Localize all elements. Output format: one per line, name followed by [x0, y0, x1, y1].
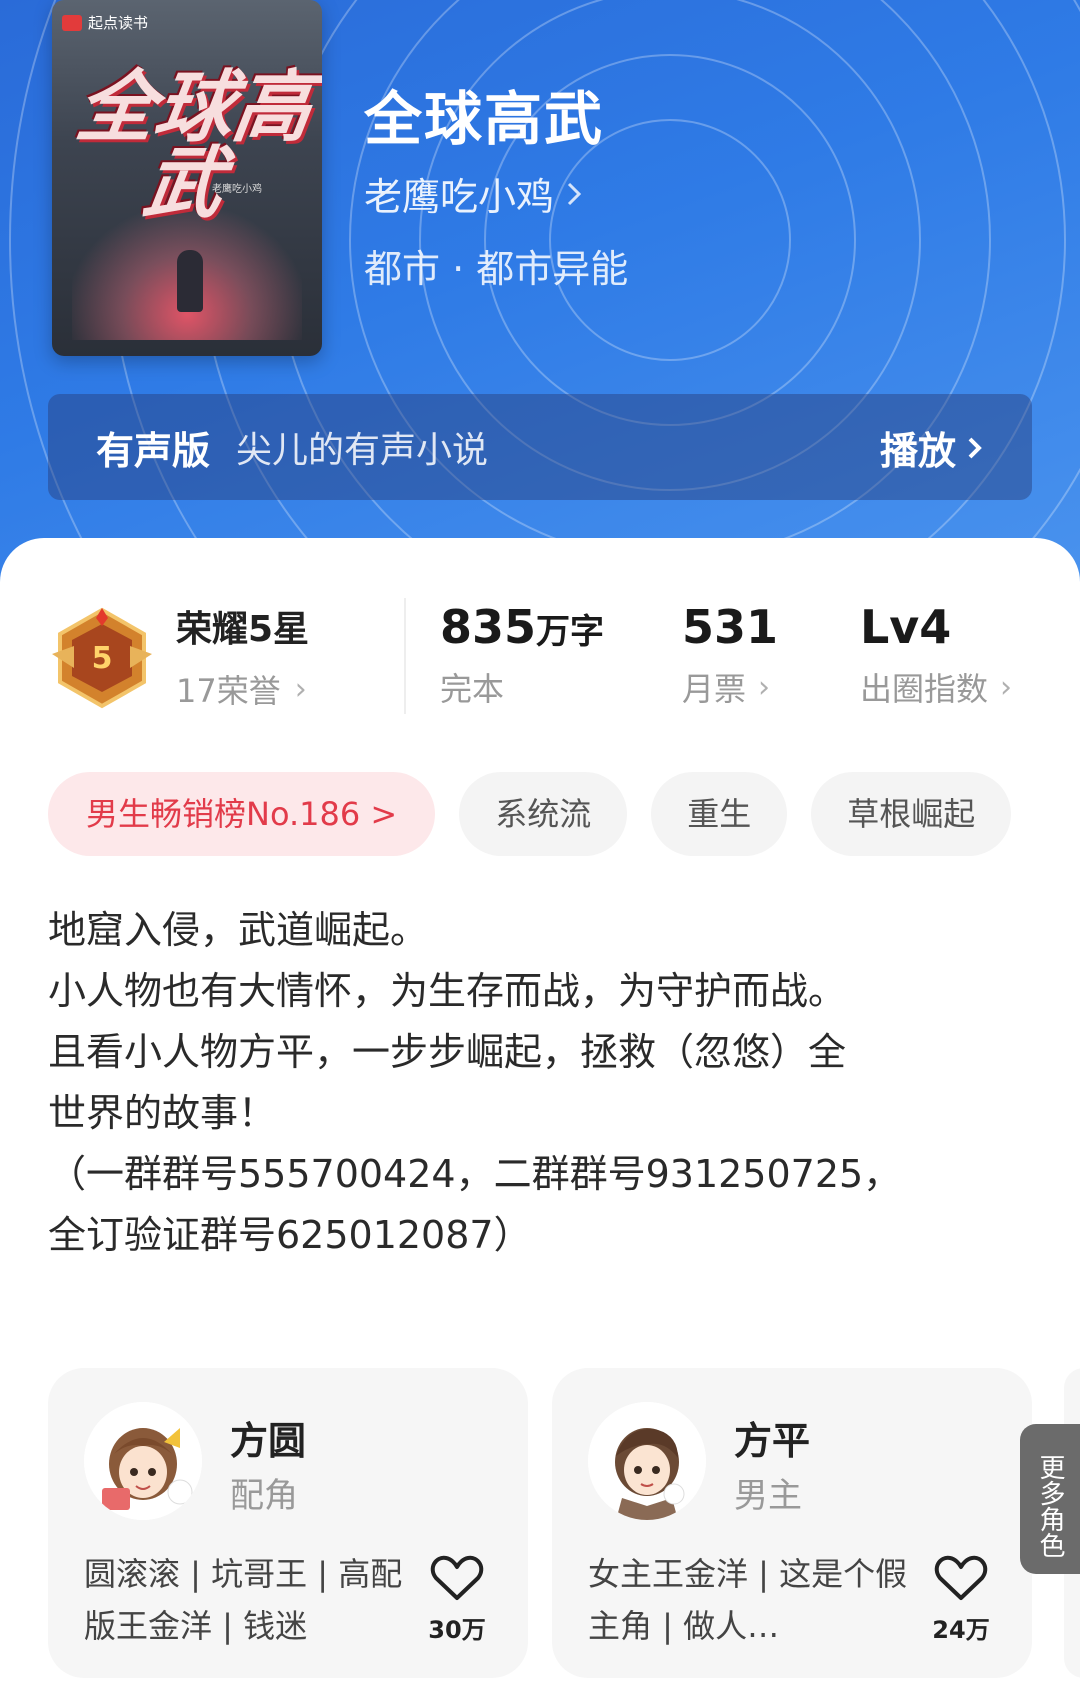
honor-title: 荣耀5星: [176, 609, 310, 650]
brand-logo-icon: [62, 14, 82, 31]
cover-title: 全球高武: [71, 62, 318, 229]
honor-link[interactable]: 17荣誉 ›: [176, 666, 307, 712]
book-synopsis[interactable]: 地窟入侵，武道崛起。 小人物也有大情怀，为生存而战，为守护而战。 且看小人物方平…: [48, 900, 1008, 1266]
stat-word-count: 835万字 完本: [440, 600, 604, 710]
chevron-right-icon: ›: [1000, 669, 1013, 705]
tag-item[interactable]: 重生: [651, 772, 788, 856]
role-card[interactable]: 方圆 配角 圆滚滚 | 坑哥王 | 高配版王金洋 | 钱迷 30万: [48, 1368, 528, 1678]
stat-monthly-tickets[interactable]: 531 月票 ›: [682, 600, 778, 710]
cover-figure: [177, 250, 203, 312]
role-description: 圆滚滚 | 坑哥王 | 高配版王金洋 | 钱迷: [84, 1555, 403, 1645]
stat-popularity-index[interactable]: Lv4 出圈指数 ›: [860, 600, 1012, 710]
stat-label: 出圈指数: [860, 670, 989, 708]
character-avatar-icon: [84, 1402, 202, 1520]
honor-count: 17荣誉: [176, 672, 281, 710]
role-name: 方圆: [230, 1419, 307, 1463]
chevron-right-icon: [567, 182, 582, 205]
book-genre[interactable]: 都市 · 都市异能: [364, 238, 628, 293]
stat-value: 531: [682, 600, 779, 654]
book-header: 起点读书 全球高武 老鹰吃小鸡 全球高武 老鹰吃小鸡 都市 · 都市异能 有声版…: [0, 0, 1080, 600]
tag-item[interactable]: 系统流: [459, 772, 628, 856]
honor-badge-icon[interactable]: 5: [52, 606, 152, 710]
heart-icon: [430, 1555, 484, 1600]
heart-icon: [934, 1555, 988, 1600]
author-link[interactable]: 老鹰吃小鸡: [364, 166, 584, 221]
role-card[interactable]: 方平 男主 女主王金洋 | 这是个假主角 | 做人… 24万: [552, 1368, 1032, 1678]
cover-brand-text: 起点读书: [88, 14, 149, 32]
stat-value: 835: [440, 600, 537, 654]
rank-tag[interactable]: 男生畅销榜No.186 >: [48, 772, 436, 856]
play-label: 播放: [879, 429, 956, 473]
role-description: 女主王金洋 | 这是个假主角 | 做人…: [588, 1555, 908, 1645]
audiobook-label: 有声版: [96, 428, 211, 473]
more-roles-button[interactable]: 更多角色: [1020, 1424, 1080, 1574]
chevron-right-icon: [968, 437, 982, 458]
chevron-right-icon: ›: [758, 669, 771, 705]
like-count: 30万: [428, 1616, 486, 1644]
badge-level: 5: [92, 641, 113, 676]
audiobook-bar[interactable]: 有声版 尖儿的有声小说 播放: [48, 394, 1032, 500]
stat-label: 完本: [440, 670, 505, 708]
stat-label: 月票: [682, 670, 747, 708]
role-type: 男主: [734, 1476, 802, 1516]
author-name: 老鹰吃小鸡: [364, 175, 555, 219]
tag-item[interactable]: 草根崛起: [811, 772, 1012, 856]
like-button[interactable]: 24万: [926, 1554, 996, 1645]
book-title: 全球高武: [364, 85, 605, 153]
like-count: 24万: [932, 1616, 990, 1644]
divider: [404, 598, 406, 714]
tag-list: 男生畅销榜No.186 > 系统流 重生 草根崛起: [48, 772, 1012, 856]
character-avatar-icon: [588, 1402, 706, 1520]
chevron-right-icon: ›: [294, 671, 307, 707]
cover-brand: 起点读书: [62, 12, 148, 33]
like-button[interactable]: 30万: [422, 1554, 492, 1645]
stat-unit: 万字: [536, 612, 605, 652]
book-detail-card: 5 荣耀5星 17荣誉 › 835万字 完本 531 月票 › Lv4 出圈指数 ›…: [0, 538, 1080, 1698]
book-cover[interactable]: 起点读书 全球高武 老鹰吃小鸡: [52, 0, 322, 356]
audiobook-description: 尖儿的有声小说: [236, 430, 489, 471]
role-name: 方平: [734, 1419, 811, 1463]
role-type: 配角: [230, 1476, 298, 1516]
stat-value: Lv4: [860, 600, 952, 654]
cover-author: 老鹰吃小鸡: [212, 184, 262, 195]
play-button[interactable]: 播放: [880, 420, 984, 475]
